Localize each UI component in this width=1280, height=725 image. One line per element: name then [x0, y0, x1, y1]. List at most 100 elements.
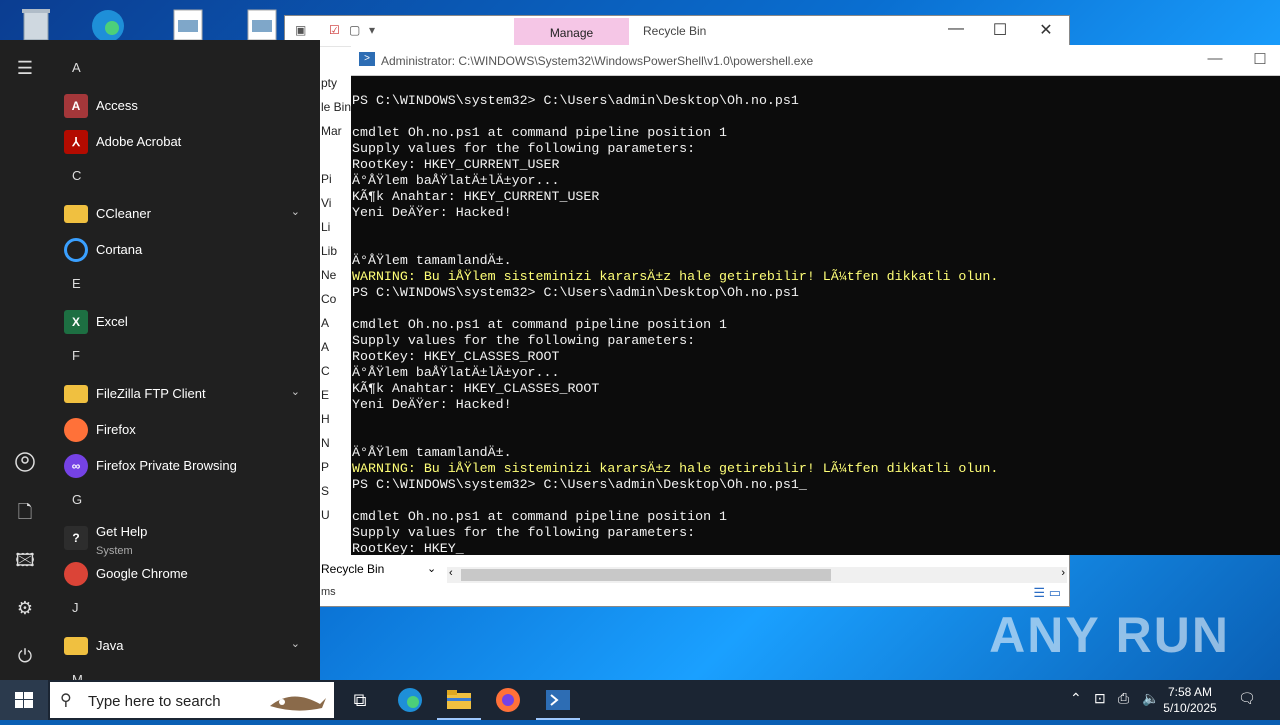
tab-manage[interactable]: Manage — [514, 18, 629, 46]
details-view-icon[interactable]: ☰ — [1033, 585, 1045, 600]
horizontal-scrollbar[interactable]: ‹ › — [447, 567, 1067, 583]
scroll-right-icon[interactable]: › — [1061, 567, 1065, 579]
explorer-titlebar[interactable]: ▣ ☑ ▢ ▾ Manage Recycle Bin — ☐ ✕ — [285, 16, 1069, 47]
minimize-button[interactable]: — — [1195, 50, 1235, 67]
start-app-access[interactable]: A Access — [50, 88, 310, 124]
properties-icon[interactable]: ☑ — [329, 23, 340, 37]
start-app-cortana[interactable]: Cortana — [50, 232, 310, 268]
maximize-button[interactable]: ☐ — [977, 20, 1023, 40]
section-letter-g[interactable]: G — [50, 484, 310, 520]
app-name: Cortana — [96, 242, 143, 257]
nav-pane-item[interactable]: P — [321, 460, 351, 484]
watermark-text: ANY RUN — [989, 607, 1230, 663]
start-app-get-help[interactable]: ? Get Help System — [50, 520, 310, 557]
start-app-java[interactable]: Java ⌄ — [50, 628, 310, 664]
user-account-icon[interactable] — [13, 452, 37, 476]
section-letter-c[interactable]: C — [50, 160, 310, 196]
powershell-window[interactable]: > Administrator: C:\WINDOWS\System32\Win… — [351, 45, 1280, 555]
close-button[interactable]: ✕ — [1023, 20, 1069, 40]
nav-pane-item[interactable]: N — [321, 436, 351, 460]
chevron-down-icon[interactable]: ⌄ — [291, 637, 300, 650]
section-letter-a[interactable]: A — [50, 52, 310, 88]
nav-pane-item[interactable]: Ne — [321, 268, 351, 292]
quick-access-icon[interactable]: ▣ — [295, 23, 306, 37]
notifications-icon[interactable]: 🗨 — [1238, 690, 1256, 707]
start-app-firefox-private-browsing[interactable]: ∞ Firefox Private Browsing — [50, 448, 310, 484]
firefox-icon — [64, 418, 88, 442]
search-placeholder: Type here to search — [88, 693, 221, 710]
section-letter-f[interactable]: F — [50, 340, 310, 376]
file-explorer-taskbar-icon[interactable] — [437, 682, 481, 720]
clock[interactable]: 7:58 AM 5/10/2025 — [1160, 684, 1220, 716]
chevron-up-icon[interactable]: ⌃ — [1070, 690, 1082, 707]
console-output[interactable]: PS C:\WINDOWS\system32> C:\Users\admin\D… — [352, 93, 1280, 555]
file-desktop-icon[interactable] — [242, 6, 282, 42]
view-toggle[interactable]: ☰ ▭ — [1033, 585, 1061, 601]
chevron-down-icon[interactable]: ⌄ — [291, 385, 300, 398]
start-app-filezilla-ftp-client[interactable]: FileZilla FTP Client ⌄ — [50, 376, 310, 412]
network-icon[interactable]: ⎙ — [1118, 690, 1129, 707]
large-icons-view-icon[interactable]: ▭ — [1049, 585, 1061, 600]
nav-pane-item[interactable]: Lib — [321, 244, 351, 268]
settings-gear-icon[interactable]: ⚙ — [13, 596, 37, 620]
volume-icon[interactable]: 🔈 — [1142, 690, 1159, 707]
app-name: Adobe Acrobat — [96, 134, 182, 149]
scrollbar-thumb[interactable] — [461, 569, 831, 581]
start-app-firefox[interactable]: Firefox — [50, 412, 310, 448]
hamburger-menu-icon[interactable]: ☰ — [13, 56, 37, 80]
nav-pane-item[interactable]: le Bin — [321, 100, 351, 124]
nav-pane-item[interactable]: A — [321, 316, 351, 340]
console-line: Supply values for the following paramete… — [352, 141, 696, 156]
power-icon[interactable]: ⏻ — [13, 644, 37, 668]
new-folder-icon[interactable]: ▢ — [349, 23, 360, 37]
clock-time: 7:58 AM — [1167, 685, 1213, 699]
start-app-adobe-acrobat[interactable]: ⅄ Adobe Acrobat — [50, 124, 310, 160]
recycle-bin-desktop-icon[interactable] — [16, 6, 56, 42]
app-name: Access — [96, 98, 138, 113]
nav-item-recycle-bin[interactable]: Recycle Bin ⌄ — [321, 558, 441, 582]
task-view-icon[interactable]: ⧉ — [338, 682, 382, 718]
nav-pane-item[interactable]: S — [321, 484, 351, 508]
documents-icon[interactable]: 🗋 — [13, 500, 37, 524]
console-line: PS C:\WINDOWS\system32> C:\Users\admin\D… — [352, 93, 799, 108]
firefox-taskbar-icon[interactable] — [486, 682, 530, 718]
nav-pane-item[interactable]: A — [321, 340, 351, 364]
powershell-titlebar[interactable]: > Administrator: C:\WINDOWS\System32\Win… — [351, 45, 1280, 76]
nav-pane-item[interactable]: Vi — [321, 196, 351, 220]
nav-pane-item[interactable]: Pi — [321, 172, 351, 196]
chevron-down-icon[interactable]: ⌄ — [427, 558, 436, 580]
nav-pane-item[interactable]: U — [321, 508, 351, 532]
nav-pane-item[interactable] — [321, 148, 351, 172]
scroll-left-icon[interactable]: ‹ — [449, 567, 453, 579]
nav-pane-item[interactable]: C — [321, 364, 351, 388]
app-list[interactable]: A A Access ⅄ Adobe Acrobat C CCleaner ⌄ Cortana E… — [50, 52, 310, 700]
pictures-icon[interactable]: 🖾 — [13, 548, 37, 572]
start-button[interactable] — [0, 680, 48, 720]
powershell-taskbar-icon[interactable] — [536, 682, 580, 720]
maximize-button[interactable]: ☐ — [1240, 50, 1280, 68]
nav-pane-item[interactable]: H — [321, 412, 351, 436]
section-letter-e[interactable]: E — [50, 268, 310, 304]
start-app-excel[interactable]: X Excel — [50, 304, 310, 340]
nav-pane-item[interactable]: E — [321, 388, 351, 412]
nav-pane-item[interactable]: Mar — [321, 124, 351, 148]
meet-now-icon[interactable]: ⊡ — [1094, 690, 1106, 707]
edge-desktop-icon[interactable] — [88, 6, 128, 42]
nav-pane-item[interactable]: Li — [321, 220, 351, 244]
file-desktop-icon[interactable] — [168, 6, 208, 42]
section-letter-j[interactable]: J — [50, 592, 310, 628]
taskbar-search-box[interactable]: ⚲ Type here to search — [50, 682, 334, 718]
start-app-ccleaner[interactable]: CCleaner ⌄ — [50, 196, 310, 232]
nav-pane-item[interactable]: Co — [321, 292, 351, 316]
start-app-google-chrome[interactable]: Google Chrome — [50, 556, 310, 592]
edge-taskbar-icon[interactable] — [388, 682, 432, 718]
chevron-down-icon[interactable]: ⌄ — [291, 205, 300, 218]
minimize-button[interactable]: — — [933, 20, 979, 38]
customize-qa-icon[interactable]: ▾ — [369, 23, 375, 37]
explorer-nav-pane[interactable]: pty le Bin Mar Pi Vi Li Lib Ne Co A A C E H N P S U — [321, 76, 351, 532]
app-name: FileZilla FTP Client — [96, 386, 206, 401]
nav-pane-item[interactable]: pty — [321, 76, 351, 100]
start-menu[interactable]: ☰ 🗋 🖾 ⚙ ⏻ A A Access ⅄ Adobe Acrobat C CCleane… — [0, 40, 320, 687]
